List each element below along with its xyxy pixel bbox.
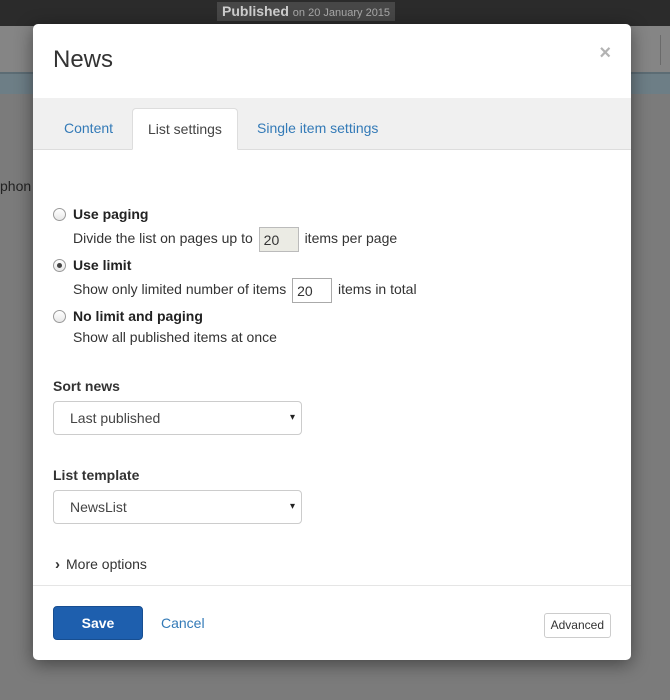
dialog-header: News ×: [33, 24, 631, 98]
background-text: phon: [0, 178, 32, 194]
save-button[interactable]: Save: [53, 606, 143, 640]
sort-news-select[interactable]: Last published ▾: [53, 401, 302, 435]
dialog-title: News: [53, 46, 114, 73]
more-options-toggle[interactable]: › More options: [55, 556, 147, 573]
use-limit-description: Show only limited number of items items …: [73, 278, 417, 303]
use-paging-description: Divide the list on pages up to items per…: [73, 227, 397, 252]
tab-single-item-settings[interactable]: Single item settings: [242, 108, 393, 150]
tab-bar: Content List settings Single item settin…: [33, 98, 631, 150]
dialog-footer: Save Cancel Advanced: [33, 585, 631, 660]
more-options-label: More options: [66, 556, 147, 572]
sort-news-label: Sort news: [53, 378, 120, 394]
use-limit-desc-after: items in total: [337, 281, 417, 298]
tab-list-settings[interactable]: List settings: [132, 108, 238, 150]
chevron-down-icon: ▾: [289, 501, 295, 512]
use-paging-radio[interactable]: [53, 208, 66, 221]
sort-news-selected: Last published: [70, 410, 161, 426]
news-settings-dialog: News × Content List settings Single item…: [33, 24, 631, 660]
use-limit-radio[interactable]: [53, 259, 66, 272]
use-paging-desc-before: Divide the list on pages up to: [73, 230, 253, 247]
published-date: on 20 January 2015: [292, 7, 391, 19]
items-limit-input[interactable]: [292, 278, 333, 303]
advanced-button[interactable]: Advanced: [543, 613, 611, 638]
use-limit-desc-before: Show only limited number of items: [73, 281, 287, 298]
cancel-link[interactable]: Cancel: [161, 615, 205, 631]
no-limit-description: Show all published items at once: [73, 329, 277, 345]
list-template-selected: NewsList: [70, 499, 127, 515]
use-limit-label[interactable]: Use limit: [73, 257, 131, 273]
close-icon[interactable]: ×: [599, 43, 611, 63]
published-badge: Published on 20 January 2015: [217, 2, 396, 21]
chevron-down-icon: ▾: [289, 412, 295, 423]
page-divider: [660, 35, 661, 65]
no-limit-label[interactable]: No limit and paging: [73, 308, 203, 324]
use-paging-label[interactable]: Use paging: [73, 206, 148, 222]
use-paging-desc-after: items per page: [304, 230, 398, 247]
list-template-select[interactable]: NewsList ▾: [53, 490, 302, 524]
chevron-right-icon: ›: [55, 556, 60, 573]
tab-content[interactable]: Content: [49, 108, 128, 150]
items-per-page-input[interactable]: [258, 227, 299, 252]
no-limit-radio[interactable]: [53, 310, 66, 323]
published-label: Published: [222, 3, 289, 19]
list-template-label: List template: [53, 467, 140, 483]
